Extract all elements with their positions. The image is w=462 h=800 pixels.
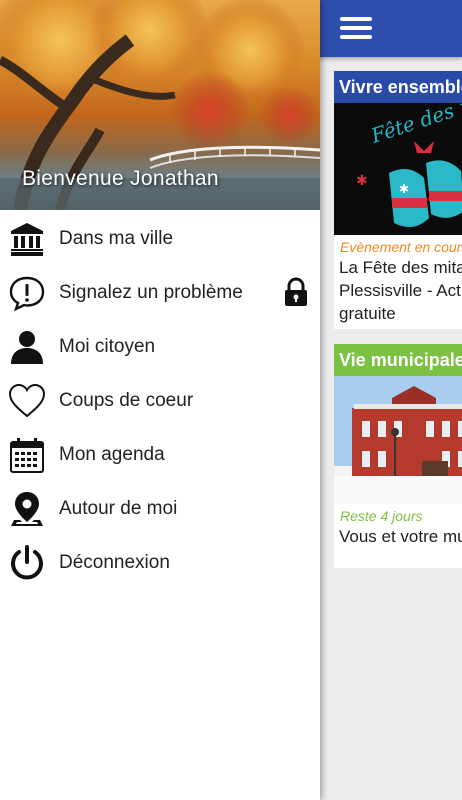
menu-item-label: Signalez un problème (59, 282, 243, 303)
card-category: Vie municipale (334, 344, 462, 376)
svg-text:✱: ✱ (399, 182, 409, 196)
menu-item-label: Coups de coeur (59, 390, 194, 411)
svg-text:✱: ✱ (356, 172, 368, 188)
card-status: Evènement en cours (340, 239, 462, 255)
menu-item-label: Autour de moi (59, 498, 178, 519)
location-pin-icon (11, 492, 43, 526)
menu-item-label: Déconnexion (59, 552, 170, 573)
card-image (334, 376, 462, 504)
menu-item-label: Moi citoyen (59, 336, 156, 357)
navigation-drawer: Bienvenue Jonathan Dans ma ville Signale… (0, 0, 320, 800)
menu-item-deconnexion[interactable]: Déconnexion (0, 536, 320, 590)
menu-item-dans-ma-ville[interactable]: Dans ma ville (0, 212, 320, 266)
menu-item-coups-de-coeur[interactable]: Coups de coeur (0, 374, 320, 428)
menu-item-signalez-un-probleme[interactable]: Signalez un problème (0, 266, 320, 320)
calendar-icon (10, 438, 44, 473)
card-title-line: gratuite (339, 304, 396, 323)
menu-item-autour-de-moi[interactable]: Autour de moi (0, 482, 320, 536)
card-title-line: Plessisville - Activité (339, 281, 462, 300)
alert-bubble-icon (9, 276, 45, 312)
news-card[interactable]: Vivre ensemble Fête des mit ✱ ✱ Evènemen… (334, 71, 462, 329)
welcome-message: Bienvenue Jonathan (22, 167, 219, 190)
lock-icon (285, 277, 307, 306)
city-hall-icon (11, 223, 43, 256)
card-title-line: Vous et votre municipalité (339, 527, 462, 546)
hamburger-menu-icon[interactable] (340, 17, 372, 41)
heart-icon (8, 383, 46, 418)
card-status: Reste 4 jours (340, 508, 423, 524)
menu-item-label: Mon agenda (59, 444, 165, 465)
menu-item-mon-agenda[interactable]: Mon agenda (0, 428, 320, 482)
menu-item-label: Dans ma ville (59, 228, 174, 249)
person-icon (11, 331, 43, 364)
card-category: Vivre ensemble (334, 71, 462, 103)
menu-item-moi-citoyen[interactable]: Moi citoyen (0, 320, 320, 374)
news-card[interactable]: Vie municipale Reste 4 jours Vous et vot… (334, 344, 462, 568)
card-image: Fête des mit ✱ ✱ (334, 103, 462, 235)
power-icon (11, 545, 43, 580)
drawer-header: Bienvenue Jonathan (0, 0, 320, 210)
card-title-line: La Fête des mitaines (339, 258, 462, 277)
